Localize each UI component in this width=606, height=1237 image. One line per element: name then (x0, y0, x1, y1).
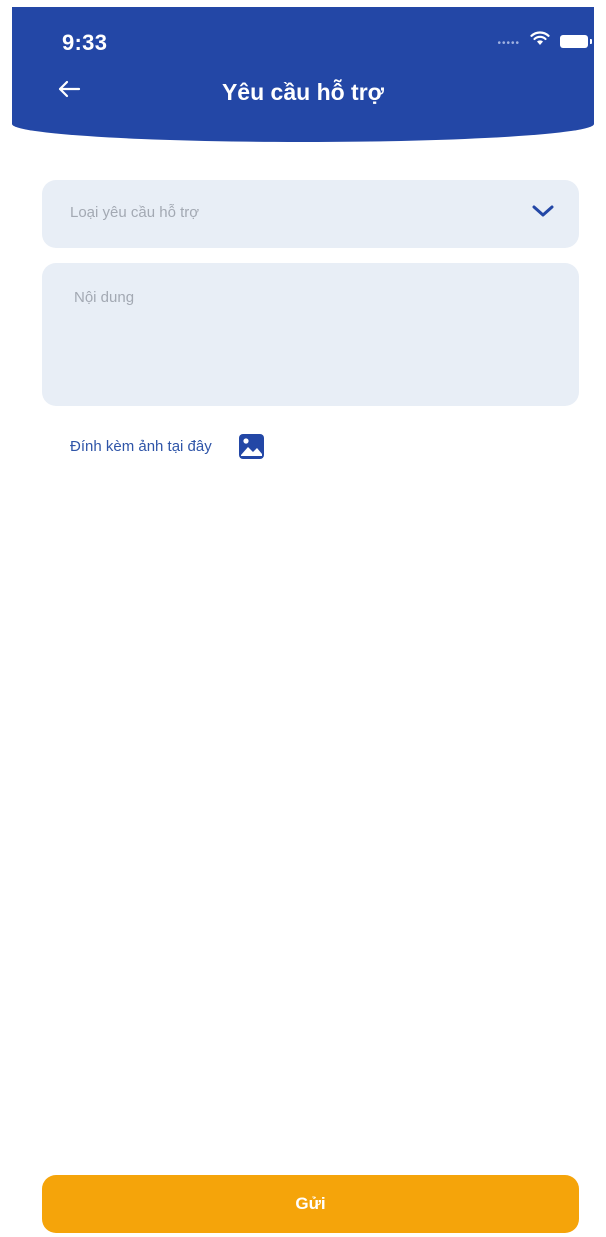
image-icon[interactable] (238, 433, 265, 460)
chevron-down-icon (531, 203, 555, 224)
submit-button[interactable]: Gửi (42, 1175, 579, 1233)
support-request-screen: 9:33 ••••• Yêu cầu hỗ trợ Loại yêu cầu h… (0, 0, 606, 1237)
status-time: 9:33 (62, 30, 108, 55)
wifi-icon (530, 31, 550, 51)
header-bar (12, 7, 594, 142)
request-type-select[interactable]: Loại yêu cầu hỗ trợ (42, 180, 579, 248)
signal-dots-icon: ••••• (497, 38, 520, 49)
content-textarea[interactable] (42, 263, 579, 406)
attach-image-button[interactable]: Đính kèm ảnh tại đây (70, 433, 265, 460)
status-icons: ••••• (497, 31, 592, 51)
request-type-placeholder: Loại yêu cầu hỗ trợ (70, 204, 200, 221)
page-title: Yêu cầu hỗ trợ (221, 79, 385, 105)
attach-image-label: Đính kèm ảnh tại đây (70, 438, 212, 455)
battery-icon (560, 34, 592, 48)
